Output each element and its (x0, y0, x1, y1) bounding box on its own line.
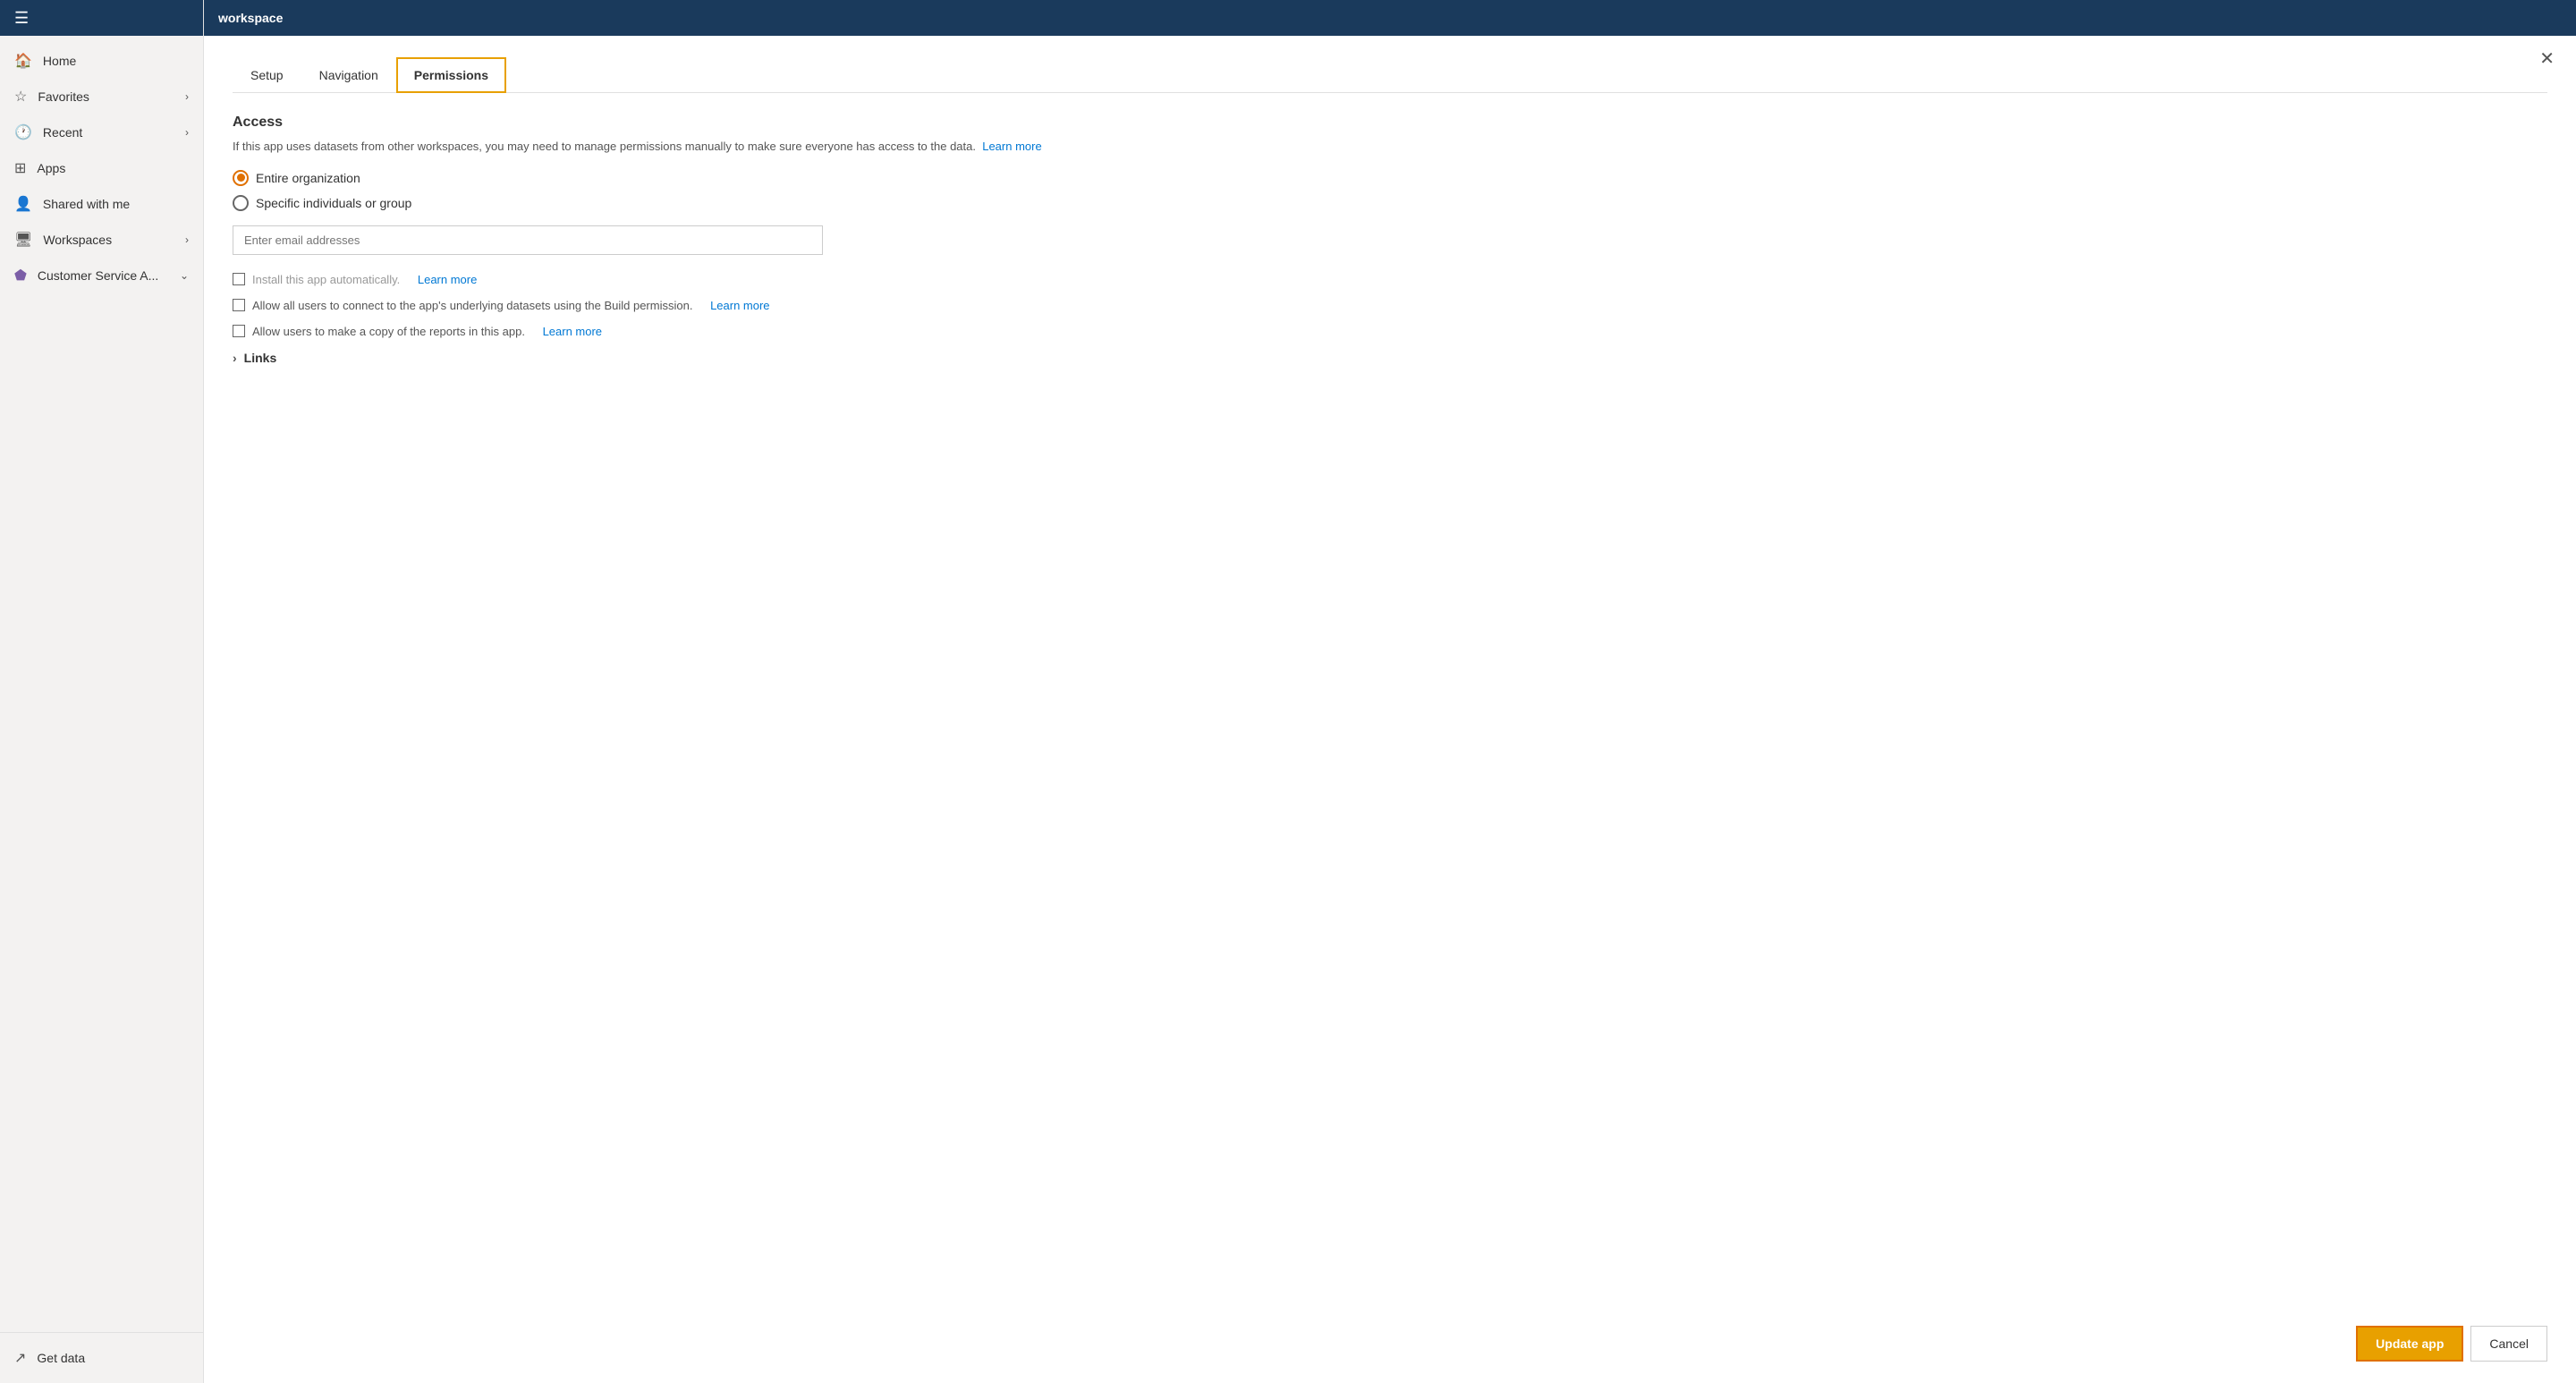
access-learn-more-link[interactable]: Learn more (982, 140, 1041, 153)
diamond-icon: ⬟ (14, 267, 27, 284)
sidebar-label-home: Home (43, 54, 76, 68)
sidebar-item-favorites[interactable]: ☆ Favorites › (0, 79, 203, 115)
chevron-right-icon: › (185, 126, 189, 139)
tab-setup[interactable]: Setup (233, 57, 301, 93)
access-title: Access (233, 115, 2547, 131)
checkbox-allow-copy-input[interactable] (233, 325, 245, 337)
access-description: If this app uses datasets from other wor… (233, 138, 2547, 156)
sidebar-header: ☰ (0, 0, 203, 36)
tab-navigation[interactable]: Navigation (301, 57, 396, 93)
sidebar-label-recent: Recent (43, 125, 82, 140)
sidebar-label-workspaces: Workspaces (43, 233, 112, 247)
sidebar-label-favorites: Favorites (38, 89, 89, 104)
clock-icon: 🕐 (14, 123, 32, 141)
checkbox-allow-copy[interactable]: Allow users to make a copy of the report… (233, 325, 2547, 338)
radio-specific-indicator (233, 195, 249, 211)
checkbox-install-auto[interactable]: Install this app automatically. Learn mo… (233, 273, 2547, 286)
checkbox-allow-build-label: Allow all users to connect to the app's … (252, 299, 692, 312)
apps-icon: ⊞ (14, 159, 26, 177)
close-button[interactable]: ✕ (2539, 50, 2555, 68)
home-icon: 🏠 (14, 52, 32, 70)
links-chevron-icon: › (233, 351, 237, 365)
radio-entire-org[interactable]: Entire organization (233, 170, 2547, 186)
chevron-right-icon: › (185, 90, 189, 103)
sidebar-label-shared: Shared with me (43, 197, 130, 211)
checkbox-allow-build-input[interactable] (233, 299, 245, 311)
chevron-down-icon: ⌄ (180, 269, 189, 282)
radio-specific-label: Specific individuals or group (256, 196, 411, 210)
monitor-icon: 🖥 (14, 231, 32, 249)
tab-permissions[interactable]: Permissions (396, 57, 506, 93)
star-icon: ☆ (14, 88, 27, 106)
sidebar-item-home[interactable]: 🏠 Home (0, 43, 203, 79)
sidebar: ☰ 🏠 Home ☆ Favorites › 🕐 Recent › ⊞ Apps… (0, 0, 204, 1383)
content-area: ✕ Setup Navigation Permissions Access If… (204, 36, 2576, 1383)
checkbox-allow-build[interactable]: Allow all users to connect to the app's … (233, 299, 2547, 312)
email-input[interactable] (233, 225, 823, 255)
sidebar-item-shared[interactable]: 👤 Shared with me (0, 186, 203, 222)
checkbox-allow-copy-label: Allow users to make a copy of the report… (252, 325, 525, 338)
checkbox-install-auto-input[interactable] (233, 273, 245, 285)
radio-entire-org-indicator (233, 170, 249, 186)
sidebar-label-customer: Customer Service A... (38, 268, 158, 283)
links-section[interactable]: › Links (233, 351, 2547, 365)
checkbox-install-auto-label: Install this app automatically. (252, 273, 400, 286)
tab-bar: Setup Navigation Permissions (233, 57, 2547, 93)
sidebar-bottom: ↗ Get data (0, 1332, 203, 1383)
update-app-button[interactable]: Update app (2356, 1326, 2463, 1362)
hamburger-icon[interactable]: ☰ (14, 9, 29, 28)
person-icon: 👤 (14, 195, 32, 213)
install-auto-learn-more-link[interactable]: Learn more (418, 273, 477, 286)
radio-specific[interactable]: Specific individuals or group (233, 195, 2547, 211)
sidebar-item-customer[interactable]: ⬟ Customer Service A... ⌄ (0, 258, 203, 293)
bottom-actions: Update app Cancel (2356, 1326, 2547, 1362)
cancel-button[interactable]: Cancel (2470, 1326, 2547, 1362)
sidebar-item-apps[interactable]: ⊞ Apps (0, 150, 203, 186)
sidebar-nav: 🏠 Home ☆ Favorites › 🕐 Recent › ⊞ Apps 👤… (0, 36, 203, 1332)
topbar-title: workspace (218, 11, 283, 25)
sidebar-label-apps: Apps (37, 161, 65, 175)
allow-copy-learn-more-link[interactable]: Learn more (543, 325, 602, 338)
topbar: workspace (204, 0, 2576, 36)
radio-entire-org-label: Entire organization (256, 171, 360, 185)
sidebar-item-recent[interactable]: 🕐 Recent › (0, 115, 203, 150)
checkbox-group: Install this app automatically. Learn mo… (233, 273, 2547, 338)
access-radio-group: Entire organization Specific individuals… (233, 170, 2547, 211)
get-data-icon: ↗ (14, 1349, 26, 1367)
main-content: workspace ✕ Setup Navigation Permissions… (204, 0, 2576, 1383)
sidebar-label-get-data: Get data (37, 1351, 85, 1365)
chevron-right-icon: › (185, 233, 189, 246)
sidebar-item-get-data[interactable]: ↗ Get data (0, 1340, 203, 1376)
links-label: Links (244, 351, 277, 365)
sidebar-item-workspaces[interactable]: 🖥 Workspaces › (0, 222, 203, 258)
allow-build-learn-more-link[interactable]: Learn more (710, 299, 769, 312)
